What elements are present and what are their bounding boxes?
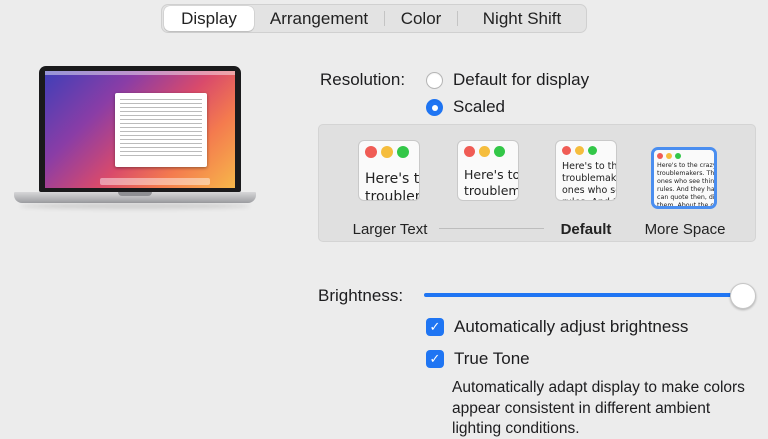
scaled-options-panel: Here's to t troublema ones who Here's to… bbox=[318, 124, 756, 242]
scale-label-default: Default bbox=[560, 221, 612, 238]
scale-label-larger-text: Larger Text bbox=[352, 221, 428, 238]
scale-preview: Here's to the cr troublemakers. ones who… bbox=[555, 140, 617, 201]
scale-slider-track bbox=[439, 228, 544, 229]
scale-preview: Here's to t troublema ones who bbox=[457, 140, 519, 201]
preview-text: Here's to t troublema ones who bbox=[365, 171, 420, 201]
radio-label: Default for display bbox=[453, 70, 590, 89]
preview-text: Here's to t troublema ones who bbox=[464, 167, 519, 200]
auto-brightness-checkbox-row[interactable]: ✓ Automatically adjust brightness bbox=[426, 317, 688, 337]
tab-arrangement[interactable]: Arrangement bbox=[254, 5, 384, 32]
tab-display[interactable]: Display bbox=[164, 6, 254, 31]
laptop-base bbox=[14, 192, 256, 203]
laptop-screen bbox=[45, 71, 235, 188]
preview-text: Here's to the crazy one troublemakers. T… bbox=[657, 162, 717, 209]
menubar bbox=[45, 71, 235, 75]
radio-scaled[interactable]: Scaled bbox=[426, 97, 505, 117]
display-illustration bbox=[14, 66, 256, 216]
radio-button[interactable] bbox=[426, 71, 443, 89]
brightness-label: Brightness: bbox=[318, 286, 404, 305]
scale-preview: Here's to t troublema ones who bbox=[358, 140, 420, 201]
radio-default-for-display[interactable]: Default for display bbox=[426, 70, 589, 90]
checkbox-label: Automatically adjust brightness bbox=[454, 317, 689, 336]
true-tone-checkbox-row[interactable]: ✓ True Tone bbox=[426, 349, 530, 369]
laptop-lid bbox=[39, 66, 241, 192]
resolution-label: Resolution: bbox=[320, 70, 406, 89]
scale-label-more-space: More Space bbox=[644, 221, 726, 238]
radio-button-selected[interactable] bbox=[426, 98, 443, 116]
tab-bar: Display Arrangement Color Night Shift bbox=[161, 4, 587, 33]
radio-label: Scaled bbox=[453, 97, 505, 116]
brightness-slider-knob[interactable] bbox=[730, 283, 756, 309]
scale-option-more-space[interactable]: Here's to the crazy one troublemakers. T… bbox=[651, 147, 717, 209]
brightness-slider[interactable] bbox=[424, 293, 744, 297]
tab-night-shift[interactable]: Night Shift bbox=[458, 5, 586, 32]
document-window bbox=[115, 93, 207, 167]
scale-option-larger-text[interactable]: Here's to t troublema ones who bbox=[358, 140, 420, 201]
scale-option-default[interactable]: Here's to the cr troublemakers. ones who… bbox=[555, 140, 617, 201]
true-tone-description: Automatically adapt display to make colo… bbox=[452, 379, 745, 437]
checkmark-icon[interactable]: ✓ bbox=[426, 318, 444, 336]
checkmark-icon[interactable]: ✓ bbox=[426, 350, 444, 368]
scale-option-2[interactable]: Here's to t troublema ones who bbox=[457, 140, 519, 201]
tab-color[interactable]: Color bbox=[385, 5, 457, 32]
preview-text: Here's to the cr troublemakers. ones who… bbox=[562, 161, 617, 200]
scale-preview: Here's to the crazy one troublemakers. T… bbox=[651, 147, 717, 209]
dock bbox=[100, 178, 210, 185]
checkbox-label: True Tone bbox=[454, 349, 530, 368]
